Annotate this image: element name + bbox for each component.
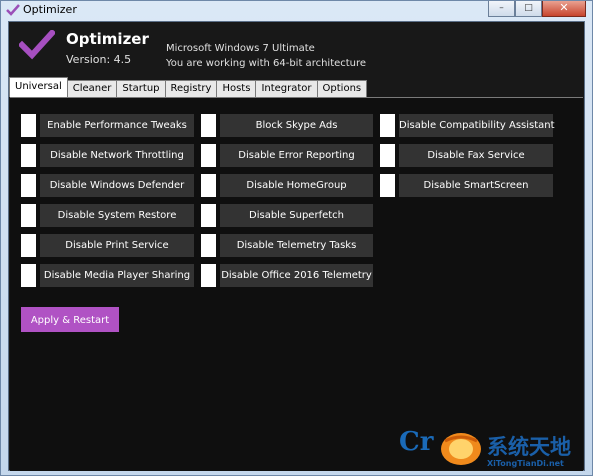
toggle-box[interactable] [380,144,395,167]
option-label[interactable]: Disable Fax Service [399,144,553,167]
toggle-box[interactable] [21,264,36,287]
window-title: Optimizer [23,3,77,16]
app-client-area: Optimizer Version: 4.5 Microsoft Windows… [8,21,585,471]
option-label[interactable]: Disable HomeGroup [220,174,373,197]
option-label[interactable]: Disable Network Throttling [40,144,194,167]
apply-restart-button[interactable]: Apply & Restart [21,307,119,332]
toggle-box[interactable] [201,144,216,167]
option-label[interactable]: Disable Print Service [40,234,194,257]
window-controls: – □ ✕ [488,1,586,17]
option-label[interactable]: Disable Office 2016 Telemetry [220,264,373,287]
toggle-box[interactable] [201,114,216,137]
watermark-chinese-text: 系统天地 [487,435,571,459]
tab-integrator[interactable]: Integrator [255,80,318,97]
option-label[interactable]: Disable SmartScreen [399,174,553,197]
tab-startup[interactable]: Startup [116,80,166,97]
toggle-box[interactable] [21,114,36,137]
tab-hosts[interactable]: Hosts [216,80,257,97]
toggle-box[interactable] [21,144,36,167]
tab-options[interactable]: Options [316,80,368,97]
toggle-box[interactable] [380,114,395,137]
option-label[interactable]: Disable Error Reporting [220,144,373,167]
title-bar: Optimizer – □ ✕ [1,1,592,19]
app-version: Version: 4.5 [66,53,132,66]
toggle-box[interactable] [21,204,36,227]
toggle-box[interactable] [201,204,216,227]
site-watermark: Cr 系统天地 XiTongTianDi.net [399,425,591,475]
arch-info: You are working with 64-bit architecture [166,58,367,69]
watermark-logo: Cr [399,427,434,457]
logo-check-icon [19,30,55,60]
universal-panel: Enable Performance Tweaks Disable Networ… [10,97,583,471]
app-name: Optimizer [66,30,149,48]
watermark-url: XiTongTianDi.net [487,459,564,468]
system-info: Microsoft Windows 7 Ultimate You are wor… [166,41,366,71]
app-window: Optimizer – □ ✕ Optimizer Version: 4.5 M… [0,0,593,476]
watermark-globe-icon [441,433,481,465]
option-label[interactable]: Disable Compatibility Assistant [399,114,555,137]
option-label[interactable]: Disable Media Player Sharing [40,264,194,287]
toggle-box[interactable] [380,174,395,197]
tab-cleaner[interactable]: Cleaner [66,80,118,97]
option-label[interactable]: Enable Performance Tweaks [40,114,194,137]
toggle-box[interactable] [21,174,36,197]
tab-bar: Universal Cleaner Startup Registry Hosts… [9,77,368,97]
maximize-button[interactable]: □ [515,1,542,17]
option-label[interactable]: Disable System Restore [40,204,194,227]
close-button[interactable]: ✕ [542,1,586,17]
option-label[interactable]: Disable Superfetch [220,204,373,227]
os-info: Microsoft Windows 7 Ultimate [166,43,315,54]
tab-universal[interactable]: Universal [9,77,68,97]
toggle-box[interactable] [201,234,216,257]
option-label[interactable]: Disable Windows Defender [40,174,194,197]
option-label[interactable]: Block Skype Ads [220,114,373,137]
tab-registry[interactable]: Registry [164,80,218,97]
app-check-icon [6,4,20,16]
toggle-box[interactable] [201,264,216,287]
option-label[interactable]: Disable Telemetry Tasks [220,234,373,257]
minimize-button[interactable]: – [488,1,515,17]
toggle-box[interactable] [21,234,36,257]
toggle-box[interactable] [201,174,216,197]
